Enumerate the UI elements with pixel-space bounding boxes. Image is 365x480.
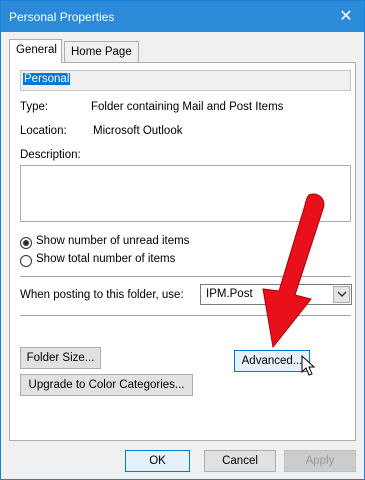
folder-name-text: Personal [23,73,71,85]
radio-total-label[interactable]: Show total number of items [36,253,175,265]
type-value: Folder containing Mail and Post Items [91,101,284,113]
radio-unread-label[interactable]: Show number of unread items [36,235,189,247]
dialog-footer: OK Cancel Apply [1,442,364,479]
tab-general[interactable]: General [9,39,62,63]
red-arrow-icon [262,193,325,349]
title-bar: Personal Properties ✕ [1,1,364,32]
location-label: Location: [20,125,67,137]
close-icon[interactable]: ✕ [336,7,356,27]
advanced-button[interactable]: Advanced... [234,350,310,372]
cancel-button[interactable]: Cancel [204,450,276,472]
properties-dialog: Personal Properties ✕ General Home Page … [0,0,365,480]
upgrade-color-categories-button[interactable]: Upgrade to Color Categories... [20,374,193,396]
radio-unread-items[interactable] [20,237,32,249]
radio-total-items[interactable] [20,255,32,267]
location-value: Microsoft Outlook [93,125,183,137]
chevron-down-icon[interactable] [333,286,350,303]
apply-button[interactable]: Apply [284,450,356,472]
posting-form-value: IPM.Post [206,288,253,300]
posting-label: When posting to this folder, use: [20,289,184,301]
mouse-cursor-icon [301,355,316,376]
window-title: Personal Properties [9,10,115,24]
tab-home-page[interactable]: Home Page [64,41,139,63]
type-label: Type: [20,101,49,113]
folder-name-field[interactable]: Personal [20,70,351,91]
description-label: Description: [20,149,81,161]
folder-size-button[interactable]: Folder Size... [20,347,101,369]
ok-button[interactable]: OK [125,450,190,472]
